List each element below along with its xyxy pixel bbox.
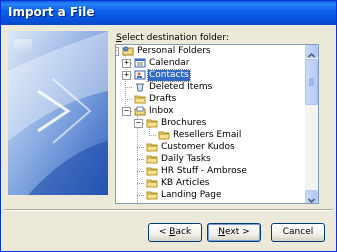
vertical-scrollbar[interactable] [305,45,318,203]
tree-item[interactable]: Contacts [134,68,191,82]
dialog-body: Select destination folder: − Personal Fol… [4,25,333,249]
folder-tree-list: − Personal Folders + Calendar + ContactsDelet… [116,45,305,203]
tree-item[interactable]: Personal Folders [122,45,212,57]
folder-icon [146,166,160,176]
folder-icon [146,178,160,188]
expand-icon[interactable]: + [122,71,131,80]
tree-connector [137,147,144,148]
expand-icon[interactable]: + [122,59,131,68]
tree-connector [125,87,132,88]
tree-item[interactable]: Calendar [134,57,190,69]
title-bar[interactable]: Import a File [1,1,336,25]
folder-icon [146,154,160,164]
tree-item[interactable]: Resellers Email [158,129,242,141]
folder-icon [146,118,160,128]
tree-item-label: Brochures [161,117,207,128]
tree-connector [137,195,144,196]
tree-item-label: KB Articles [161,177,210,188]
wizard-banner-image [8,31,108,195]
tree-item[interactable]: Deleted Items [134,81,213,93]
folder-icon [134,94,148,104]
tree-item[interactable]: Inbox [134,105,175,117]
cancel-button[interactable]: Cancel [271,223,325,242]
tree-item[interactable]: KB Articles [146,177,211,189]
scroll-thumb[interactable] [305,59,318,105]
tree-item-label: Drafts [149,93,177,104]
tree-item-label: Contacts [147,68,191,82]
tree-item[interactable]: HR Stuff - Ambrose [146,165,248,177]
tree-connector [137,183,144,184]
tree-connector [137,171,144,172]
tree-connector [137,159,144,160]
tree-item[interactable]: Customer Kudos [146,141,236,153]
folder-icon [146,142,160,152]
folder-icon [146,190,160,200]
folder-tree[interactable]: − Personal Folders + Calendar + ContactsDelet… [115,44,319,204]
next-button[interactable]: Next > [207,223,261,242]
contacts-icon [134,70,148,80]
tree-connector [125,99,132,100]
tree-item[interactable]: Landing Page [146,189,223,201]
tree-item-label: Calendar [149,57,190,68]
tree-item[interactable]: Brochures [146,117,207,129]
scroll-down-button[interactable] [305,190,318,203]
deleted-items-icon [134,82,148,92]
collapse-icon[interactable]: − [134,119,143,128]
grip-icon [309,78,314,86]
inbox-icon [134,106,148,116]
tree-item-label: Personal Folders [137,45,211,56]
import-file-dialog: Import a File Select destination folder:… [0,0,337,252]
tree-connector [149,135,156,136]
footer-divider [4,209,333,211]
tree-item[interactable]: Daily Tasks [146,153,212,165]
back-button[interactable]: < Back [148,223,202,242]
tree-item-label: Inbox [149,105,174,116]
tree-item-label: Landing Page [161,189,222,200]
collapse-icon[interactable]: − [116,47,119,56]
personal-folders-icon [122,46,136,56]
destination-folder-label: Select destination folder: [116,33,229,43]
tree-item-label: Customer Kudos [161,141,235,152]
collapse-icon[interactable]: − [122,107,131,116]
folder-icon [158,130,172,140]
window-title: Import a File [8,5,95,19]
tree-item[interactable]: Drafts [134,93,177,105]
tree-item-label: Daily Tasks [161,153,211,164]
chevron-down-icon [307,198,316,203]
scroll-up-button[interactable] [305,45,318,58]
calendar-icon [134,58,148,68]
tree-item-label: Resellers Email [173,129,242,140]
tree-item-label: HR Stuff - Ambrose [161,165,247,176]
tree-item-label: Deleted Items [149,81,213,92]
